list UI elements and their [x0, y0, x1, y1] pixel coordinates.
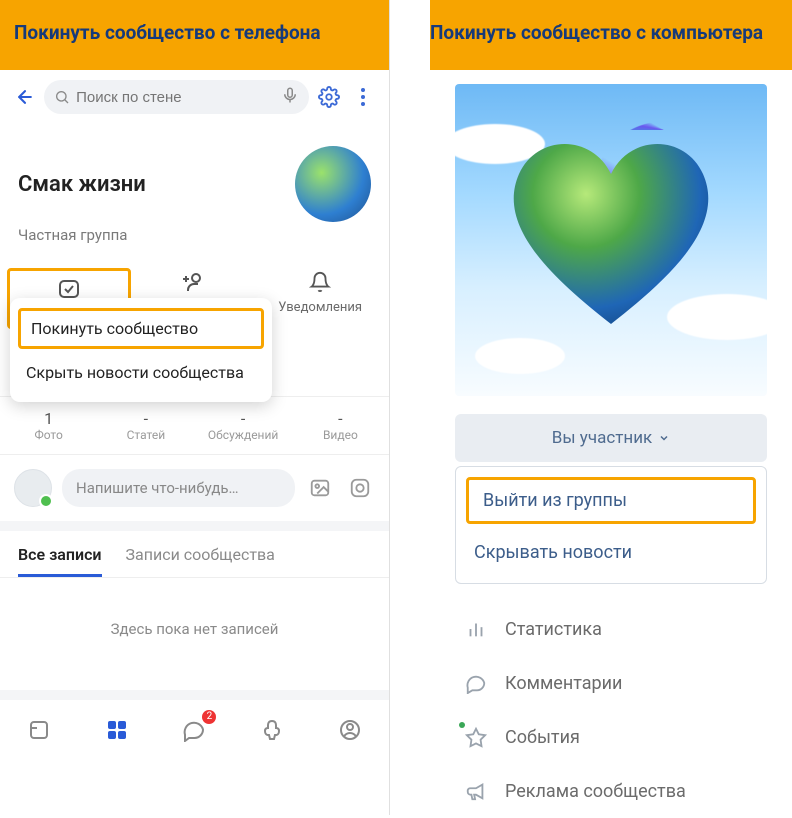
dropdown-hide-news[interactable]: Скрыть новости сообщества — [10, 353, 272, 392]
group-title: Смак жизни — [18, 172, 146, 197]
nav-services[interactable] — [97, 712, 137, 748]
news-icon — [27, 718, 51, 742]
side-events-label: События — [505, 727, 580, 748]
nav-clips[interactable] — [252, 712, 292, 748]
group-subtitle: Частная группа — [0, 226, 389, 262]
add-user-icon — [180, 268, 208, 296]
side-stats[interactable]: Статистика — [455, 602, 767, 656]
stat-video-num: - — [292, 409, 389, 428]
search-field[interactable] — [44, 80, 309, 114]
more-button[interactable] — [349, 82, 377, 112]
topbar — [0, 70, 389, 124]
chevron-down-icon — [658, 432, 670, 444]
settings-button[interactable] — [315, 82, 343, 112]
nav-profile[interactable] — [330, 712, 370, 748]
stat-discussions-label: Обсуждений — [195, 428, 292, 442]
star-icon — [463, 724, 489, 750]
dropdown-leave[interactable]: Покинуть сообщество — [18, 308, 264, 349]
member-button[interactable]: Вы участник — [455, 414, 767, 462]
banner-right: Покинуть сообщество с компьютера — [430, 0, 792, 70]
arrow-left-icon — [15, 87, 35, 107]
group-avatar[interactable] — [295, 146, 371, 222]
nav-news[interactable] — [19, 712, 59, 748]
mobile-panel: Покинуть сообщество с телефона Смак жизн… — [0, 0, 390, 815]
compose-placeholder[interactable]: Напишите что-нибудь… — [62, 469, 295, 507]
comment-icon — [463, 670, 489, 696]
nav-messages[interactable]: 2 — [174, 712, 214, 748]
instagram-icon — [349, 477, 371, 499]
stat-video[interactable]: -Видео — [292, 397, 389, 454]
grid-icon — [105, 718, 129, 742]
member-dropdown-desktop: Выйти из группы Скрывать новости — [455, 466, 767, 584]
profile-icon — [338, 718, 362, 742]
megaphone-icon — [463, 778, 489, 804]
search-input[interactable] — [76, 89, 275, 106]
side-events[interactable]: События — [455, 710, 767, 764]
tab-all-posts[interactable]: Все записи — [18, 545, 102, 577]
stat-photo-num: 1 — [0, 409, 97, 428]
nav-messages-badge: 2 — [202, 710, 216, 724]
bell-icon — [306, 268, 334, 296]
side-comments[interactable]: Комментарии — [455, 656, 767, 710]
back-button[interactable] — [12, 83, 38, 111]
stat-articles[interactable]: -Статей — [97, 397, 194, 454]
tab-community-posts[interactable]: Записи сообщества — [126, 545, 275, 577]
photo-button[interactable] — [305, 473, 335, 503]
side-comments-label: Комментарии — [505, 673, 622, 694]
user-avatar[interactable] — [14, 469, 52, 507]
kebab-icon — [360, 87, 366, 107]
action-notify-label: Уведомления — [278, 300, 362, 315]
stat-video-label: Видео — [292, 428, 389, 442]
member-button-label: Вы участник — [552, 428, 652, 448]
mic-icon[interactable] — [281, 86, 299, 108]
group-header: Смак жизни — [0, 124, 389, 226]
gear-icon — [318, 86, 340, 108]
banner-left: Покинуть сообщество с телефона — [0, 0, 389, 70]
stat-discussions[interactable]: -Обсуждений — [195, 397, 292, 454]
group-cover[interactable] — [455, 84, 767, 396]
instagram-button[interactable] — [345, 473, 375, 503]
compose-row: Напишите что-нибудь… — [0, 455, 389, 531]
side-menu: Статистика Комментарии События Рекла — [455, 602, 767, 818]
action-notify[interactable]: Уведомления — [258, 268, 382, 329]
side-ads[interactable]: Реклама сообщества — [455, 764, 767, 818]
stat-articles-num: - — [97, 409, 194, 428]
dropdown-leave-desktop[interactable]: Выйти из группы — [466, 477, 756, 524]
member-dropdown: Покинуть сообщество Скрыть новости сообщ… — [10, 298, 272, 402]
stat-discussions-num: - — [195, 409, 292, 428]
desktop-panel: Покинуть сообщество с компьютера Вы учас… — [430, 0, 792, 815]
bars-icon — [463, 616, 489, 642]
stat-articles-label: Статей — [97, 428, 194, 442]
search-icon — [54, 89, 70, 105]
side-stats-label: Статистика — [505, 619, 602, 640]
wall-tabs: Все записи Записи сообщества — [0, 531, 389, 578]
stat-photo[interactable]: 1Фото — [0, 397, 97, 454]
image-icon — [309, 477, 331, 499]
dropdown-hide-news-desktop[interactable]: Скрывать новости — [456, 530, 766, 575]
stat-photo-label: Фото — [0, 428, 97, 442]
empty-state: Здесь пока нет записей — [0, 578, 389, 700]
bottom-nav: 2 — [0, 700, 389, 764]
side-ads-label: Реклама сообщества — [505, 781, 686, 802]
clips-icon — [260, 718, 284, 742]
stats-row: 1Фото -Статей -Обсуждений -Видео — [0, 396, 389, 455]
